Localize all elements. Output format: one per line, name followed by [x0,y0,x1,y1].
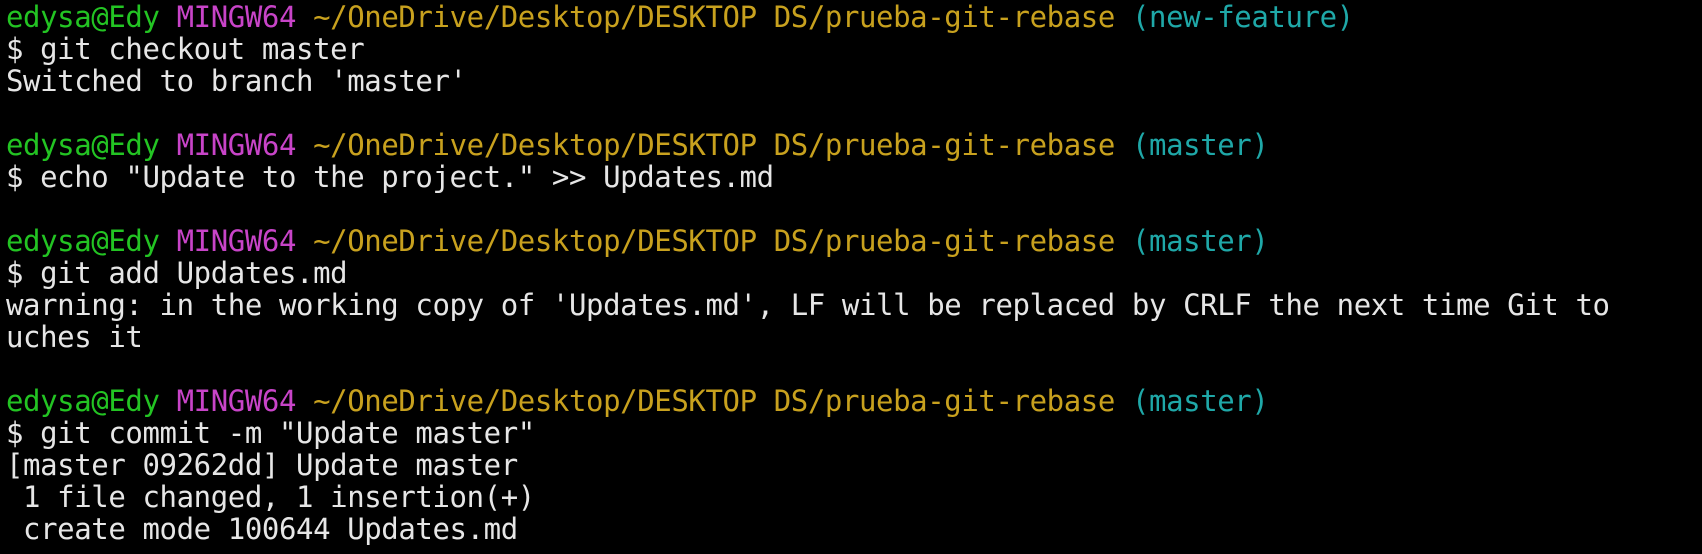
prompt-user: edysa@Edy [6,128,160,162]
command-line: $ git commit -m "Update master" [6,416,535,450]
prompt-user: edysa@Edy [6,384,160,418]
prompt-user: edysa@Edy [6,1,160,34]
prompt-branch: (master) [1131,384,1269,418]
prompt-system: MINGW64 [176,1,297,34]
prompt-path: ~/OneDrive/Desktop/DESKTOP DS/prueba-git… [313,224,1115,258]
prompt-branch: (master) [1131,224,1269,258]
terminal-output[interactable]: edysa@Edy MINGW64 ~/OneDrive/Desktop/DES… [6,1,1696,554]
output-line: Switched to branch 'master' [6,64,467,98]
command-line: $ git checkout master [6,32,365,66]
prompt-line: edysa@Edy MINGW64 ~/OneDrive/Desktop/DES… [6,129,1696,161]
prompt-path: ~/OneDrive/Desktop/DESKTOP DS/prueba-git… [313,128,1115,162]
output-line: [master 09262dd] Update master [6,448,518,482]
warning-line-wrap: uches it [6,320,143,354]
prompt-line: edysa@Edy MINGW64 ~/OneDrive/Desktop/DES… [6,385,1696,417]
prompt-line: edysa@Edy MINGW64 ~/OneDrive/Desktop/DES… [6,225,1696,257]
prompt-line: edysa@Edy MINGW64 ~/OneDrive/Desktop/DES… [6,1,1696,33]
prompt-system: MINGW64 [176,224,297,258]
prompt-user: edysa@Edy [6,224,160,258]
output-line: create mode 100644 Updates.md [6,512,518,546]
prompt-path: ~/OneDrive/Desktop/DESKTOP DS/prueba-git… [313,384,1115,418]
warning-line: warning: in the working copy of 'Updates… [6,288,1610,322]
command-line: $ git add Updates.md [6,256,348,290]
output-line: 1 file changed, 1 insertion(+) [6,480,535,514]
prompt-branch: (new-feature) [1131,1,1354,34]
prompt-system: MINGW64 [176,128,297,162]
terminal-window[interactable]: edysa@Edy MINGW64 ~/OneDrive/Desktop/DES… [0,0,1702,554]
prompt-branch: (master) [1131,128,1269,162]
prompt-system: MINGW64 [176,384,297,418]
command-line: $ echo "Update to the project." >> Updat… [6,160,774,194]
prompt-path: ~/OneDrive/Desktop/DESKTOP DS/prueba-git… [313,1,1115,34]
